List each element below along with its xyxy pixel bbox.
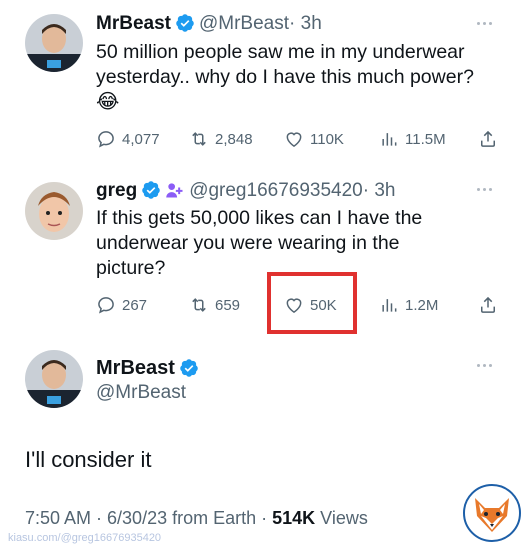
like-count: 110K <box>310 130 344 148</box>
display-name[interactable]: greg <box>96 180 137 201</box>
avatar[interactable] <box>25 182 83 240</box>
display-name[interactable]: MrBeast <box>96 357 175 379</box>
tweet-greg[interactable]: greg @greg16676935420· 3h If this gets 50… <box>0 160 525 340</box>
views-count: 11.5M <box>405 130 446 148</box>
tweet-header: greg @greg16676935420· 3h <box>96 179 396 203</box>
subscriber-icon <box>166 183 183 198</box>
reply-button[interactable]: 4,077 <box>96 127 160 151</box>
more-icon[interactable] <box>477 22 495 28</box>
more-icon[interactable] <box>477 364 495 370</box>
watermark-text: kiasu.com/@greg16676935420 <box>8 532 162 544</box>
views-button[interactable]: 1.2M <box>379 293 438 317</box>
tweet-text: If this gets 50,000 likes can I have the… <box>96 207 423 279</box>
reply-button[interactable]: 267 <box>96 293 147 317</box>
retweet-button[interactable]: 659 <box>189 293 240 317</box>
user-handle[interactable]: @greg16676935420 <box>189 180 363 201</box>
retweet-count: 2,848 <box>215 130 253 148</box>
views-count: 514K <box>272 508 316 528</box>
share-icon <box>481 296 495 313</box>
laughing-emoji: 😂 <box>96 91 120 113</box>
action-bar: 4,077 2,848 110K 11.5M <box>96 127 506 151</box>
retweet-icon <box>192 132 206 146</box>
like-button[interactable]: 110K <box>284 127 344 151</box>
views-count: 1.2M <box>405 296 439 314</box>
timestamp[interactable]: 7:50 AM · 6/30/23 from Earth · <box>25 508 272 528</box>
tweet-meta: 7:50 AM · 6/30/23 from Earth · 514K View… <box>25 506 368 530</box>
share-button[interactable] <box>478 293 498 317</box>
main-author: MrBeast <box>96 356 203 380</box>
tweet-time[interactable]: · 3h <box>363 180 396 201</box>
tweet-text: I'll consider it <box>25 447 152 472</box>
heart-icon <box>286 132 302 147</box>
views-icon <box>382 299 397 312</box>
tweet-mrbeast[interactable]: MrBeast @MrBeast· 3h 50 million people sa… <box>0 0 525 160</box>
verified-icon <box>142 181 160 199</box>
highlight-box <box>267 272 357 334</box>
tweet-time[interactable]: · 3h <box>289 13 322 34</box>
reply-count: 267 <box>122 296 148 314</box>
tweet-text: 50 million people saw me in my underwear… <box>96 41 474 113</box>
reply-icon <box>98 131 114 148</box>
share-icon <box>481 130 495 147</box>
display-name[interactable]: MrBeast <box>96 13 171 34</box>
retweet-count: 659 <box>215 296 241 314</box>
views-label: Views <box>315 508 368 528</box>
user-handle[interactable]: @MrBeast <box>96 381 186 405</box>
share-button[interactable] <box>478 127 498 151</box>
views-icon <box>382 133 397 146</box>
reply-icon <box>98 297 114 314</box>
retweet-button[interactable]: 2,848 <box>189 127 253 151</box>
avatar[interactable] <box>25 14 83 72</box>
user-handle[interactable]: @MrBeast <box>199 13 289 34</box>
more-icon[interactable] <box>477 188 495 194</box>
reply-count: 4,077 <box>122 130 160 148</box>
fox-logo-icon <box>463 484 521 542</box>
verified-icon <box>176 14 194 32</box>
verified-icon <box>180 359 198 377</box>
tweet-header: MrBeast @MrBeast· 3h <box>96 12 322 36</box>
retweet-icon <box>192 298 206 312</box>
avatar[interactable] <box>25 350 83 408</box>
views-button[interactable]: 11.5M <box>379 127 446 151</box>
